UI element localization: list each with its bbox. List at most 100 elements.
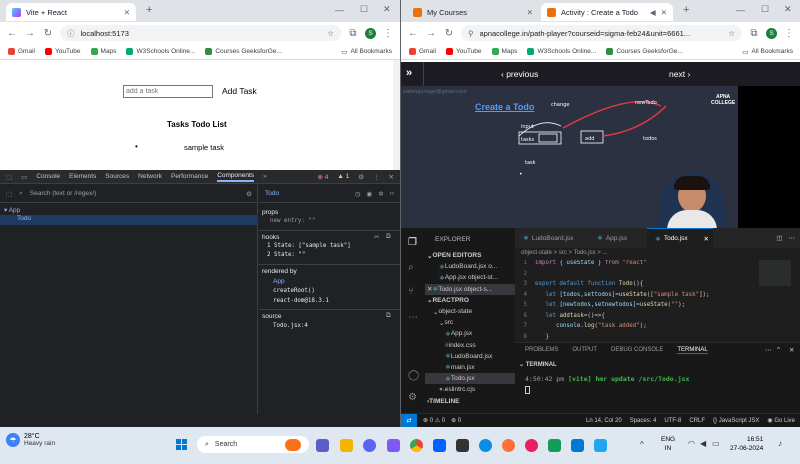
- tab-close-icon[interactable]: ✕: [704, 235, 709, 243]
- dropbox-icon[interactable]: [433, 439, 446, 452]
- app-icon[interactable]: [387, 439, 400, 452]
- code-icon[interactable]: ‹›: [390, 190, 394, 197]
- volume-icon[interactable]: ◀: [700, 439, 706, 448]
- reload-icon[interactable]: ↻: [42, 28, 54, 39]
- account-icon[interactable]: ◯: [408, 370, 419, 381]
- minimap[interactable]: [759, 260, 791, 286]
- left-omnibox[interactable]: ⓘ localhost:5173 ☆: [60, 25, 341, 41]
- previous-button[interactable]: ‹ previous: [501, 69, 538, 79]
- clock[interactable]: 16:51 27-06-2024: [730, 435, 763, 453]
- folder-src[interactable]: ⌄ src: [425, 317, 515, 328]
- app-icon-3[interactable]: [525, 439, 538, 452]
- panel-tab-terminal[interactable]: TERMINAL: [677, 347, 708, 354]
- folder-object-state[interactable]: ⌄ object-state: [425, 306, 515, 317]
- panel-close-icon[interactable]: ✕: [789, 346, 794, 354]
- device-icon[interactable]: ▭: [21, 173, 27, 181]
- file-app-jsx[interactable]: ⚛ App.jsx: [425, 328, 515, 339]
- go-live-button[interactable]: ◉ Go Live: [767, 417, 795, 424]
- file-index-css[interactable]: # index.css: [425, 340, 515, 351]
- editor-more-icon[interactable]: ⋯: [789, 234, 796, 242]
- open-editor-app[interactable]: ⚛ App.jsx object-st...: [425, 272, 515, 283]
- panel-tab-debug-console[interactable]: DEBUG CONSOLE: [611, 347, 663, 354]
- manage-gear-icon[interactable]: ⚙: [408, 392, 417, 403]
- weather-widget[interactable]: ☂ 28°C Heavy rain: [6, 433, 55, 447]
- tab-network[interactable]: Network: [138, 173, 162, 180]
- hooks-tool-icon[interactable]: ✂: [374, 233, 379, 241]
- task-input[interactable]: [123, 85, 213, 98]
- menu-icon[interactable]: ⋮: [783, 28, 795, 39]
- tab-performance[interactable]: Performance: [171, 173, 208, 180]
- back-icon[interactable]: ←: [407, 28, 419, 39]
- file-main-jsx[interactable]: ⚛ main.jsx: [425, 362, 515, 373]
- file-todo-jsx[interactable]: ⚛ Todo.jsx: [425, 373, 515, 385]
- editor-tab-ludoboard[interactable]: ⚛ LudoBoard.jsx: [515, 228, 589, 248]
- taskbar-search[interactable]: ⌕ Search: [197, 436, 309, 453]
- select-element-icon[interactable]: ⬚: [6, 190, 12, 198]
- app-icon-4[interactable]: [548, 439, 561, 452]
- warning-badge[interactable]: ▲ 1: [337, 173, 349, 180]
- timeline-header[interactable]: › TIMELINE: [425, 395, 515, 406]
- extensions-icon[interactable]: ⧉: [347, 28, 359, 39]
- bookmark-w3schools[interactable]: W3Schools Online...: [126, 48, 195, 55]
- minimize-icon[interactable]: —: [335, 5, 344, 15]
- info-icon[interactable]: ⓘ: [67, 28, 75, 39]
- panel-maximize-icon[interactable]: ^: [777, 346, 780, 353]
- tree-item-app[interactable]: ▾ App: [4, 206, 20, 214]
- discord-icon[interactable]: [363, 439, 376, 452]
- bookmark-geeksforgeeks[interactable]: Courses GeeksforGe...: [606, 48, 683, 55]
- tree-item-todo[interactable]: Todo: [0, 215, 258, 225]
- start-windows-icon[interactable]: [176, 439, 187, 450]
- star-icon[interactable]: ☆: [728, 29, 735, 38]
- vscode-icon[interactable]: [571, 439, 584, 452]
- language-indicator[interactable]: ENG IN: [661, 435, 675, 453]
- more-tabs-icon[interactable]: »: [263, 173, 267, 180]
- new-tab-icon[interactable]: +: [146, 4, 152, 16]
- inspect-icon[interactable]: ⬚: [6, 173, 12, 181]
- indent-status[interactable]: Spaces: 4: [630, 418, 657, 424]
- site-settings-icon[interactable]: ⚲: [468, 29, 474, 38]
- tab-elements[interactable]: Elements: [69, 173, 96, 180]
- eol-status[interactable]: CRLF: [689, 418, 705, 424]
- cursor-position[interactable]: Ln 14, Col 20: [586, 418, 622, 424]
- copy-icon[interactable]: ⧉: [386, 233, 391, 241]
- language-status[interactable]: {} JavaScript JSX: [713, 418, 759, 424]
- forward-icon[interactable]: →: [425, 28, 437, 39]
- prop-new-entry[interactable]: new entry: "": [270, 218, 315, 224]
- settings-icon[interactable]: ⚙: [246, 190, 252, 198]
- tab-vite-react[interactable]: Vite + React ✕: [6, 3, 136, 21]
- open-editors-header[interactable]: ⌄ OPEN EDITORS: [425, 250, 515, 261]
- copy-source-icon[interactable]: ⧉: [386, 312, 391, 320]
- forward-icon[interactable]: →: [24, 28, 36, 39]
- split-editor-icon[interactable]: ◫: [776, 234, 782, 242]
- source-control-icon[interactable]: ⑂: [408, 286, 414, 297]
- editor-breadcrumb[interactable]: object-state > src > Todo.jsx > ...: [521, 250, 607, 256]
- edge-icon[interactable]: [479, 439, 492, 452]
- battery-icon[interactable]: ▭: [712, 439, 720, 448]
- task-view-icon[interactable]: [316, 439, 329, 452]
- project-header[interactable]: ⌄ REACTPRO: [425, 295, 515, 306]
- star-icon[interactable]: ☆: [327, 29, 334, 38]
- notification-bell-icon[interactable]: ♪: [778, 439, 782, 448]
- maximize-icon[interactable]: ☐: [761, 4, 769, 15]
- bookmark-youtube[interactable]: YouTube: [445, 48, 482, 55]
- ports-status[interactable]: ⊕ 0: [451, 417, 461, 424]
- terminal-section[interactable]: ⌄ TERMINAL: [519, 361, 557, 368]
- component-search-input[interactable]: Search (text or /regex/): [30, 190, 96, 197]
- right-omnibox[interactable]: ⚲ apnacollege.in/path-player?courseid=si…: [461, 25, 742, 41]
- profile-avatar[interactable]: S: [365, 27, 376, 39]
- new-tab-icon[interactable]: +: [683, 4, 689, 16]
- file-eslintrc[interactable]: ● .eslintrc.cjs: [425, 384, 515, 395]
- audio-icon[interactable]: ◀: [650, 8, 656, 17]
- page-scrollbar[interactable]: [393, 60, 400, 170]
- editor-tab-app[interactable]: ⚛ App.jsx: [589, 228, 647, 248]
- expand-sidebar-icon[interactable]: »: [406, 67, 412, 79]
- problems-status[interactable]: ⊗ 0 ⚠ 0: [423, 417, 445, 424]
- devtools-menu-icon[interactable]: ⋮: [373, 173, 380, 181]
- tray-chevron-icon[interactable]: ^: [640, 440, 644, 449]
- bookmark-w3schools[interactable]: W3Schools Online...: [527, 48, 596, 55]
- wifi-icon[interactable]: ◠: [688, 439, 695, 448]
- tab-close-icon[interactable]: ✕: [124, 8, 130, 17]
- file-ludoboard-jsx[interactable]: ⚛ LudoBoard.jsx: [425, 351, 515, 362]
- bookmark-geeksforgeeks[interactable]: Courses GeeksforGe...: [205, 48, 282, 55]
- eye-icon[interactable]: ◉: [367, 190, 373, 198]
